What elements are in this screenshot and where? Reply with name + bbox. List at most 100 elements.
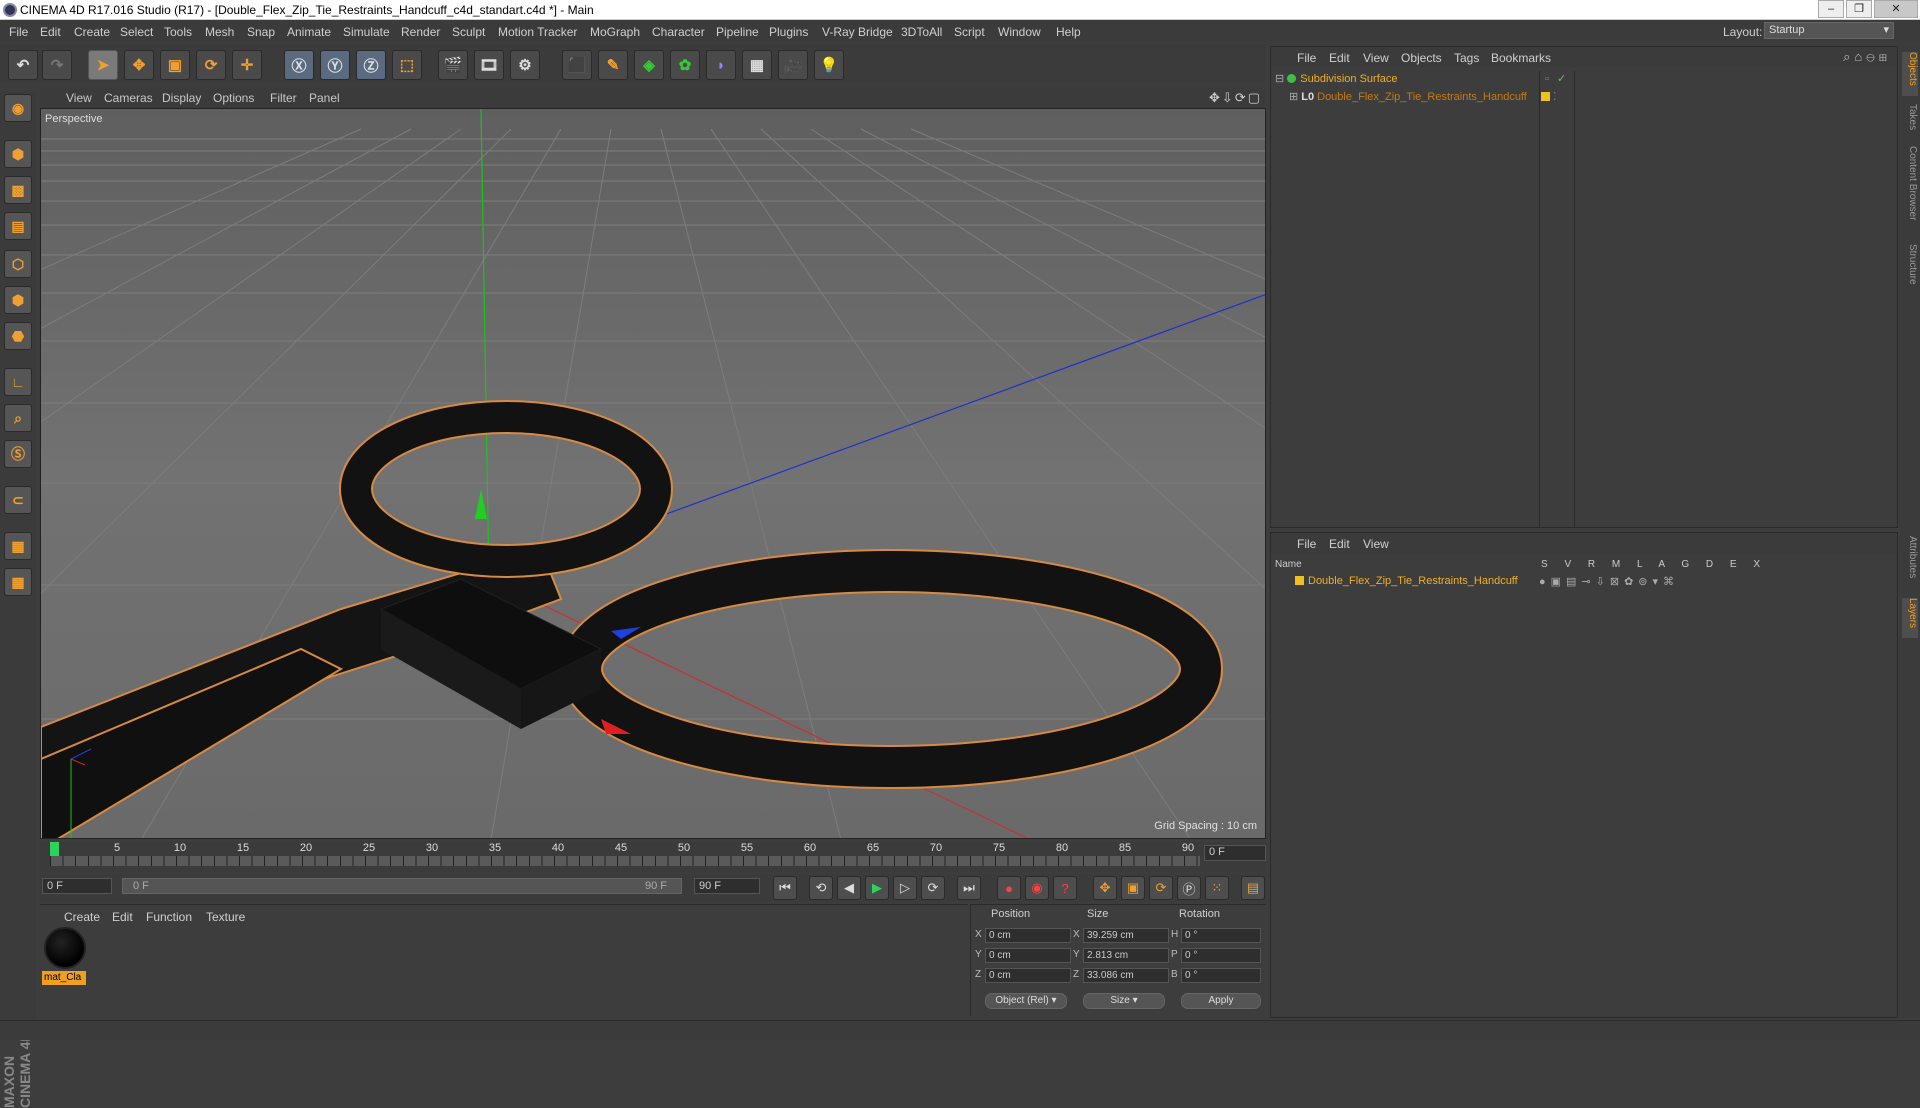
- move-icon[interactable]: ✥: [124, 50, 154, 80]
- menu-window[interactable]: Window: [998, 25, 1041, 39]
- redo-icon[interactable]: ↷: [42, 50, 72, 80]
- object-manager-search-icon[interactable]: ⌕⌂⊖⊞: [1843, 49, 1891, 65]
- record-keys-icon[interactable]: ●: [997, 876, 1021, 900]
- goto-end-icon[interactable]: ⏭: [957, 876, 981, 900]
- array-cloner-icon[interactable]: ✿: [670, 50, 700, 80]
- menu-sculpt[interactable]: Sculpt: [452, 25, 485, 39]
- subdivision-surface-icon[interactable]: ◈: [634, 50, 664, 80]
- end-frame-field[interactable]: 90 F: [694, 878, 760, 894]
- play-icon[interactable]: ▶: [865, 876, 889, 900]
- make-editable-icon[interactable]: ◉: [4, 94, 32, 122]
- tab-objects[interactable]: Objects: [1902, 52, 1918, 96]
- tab-layers[interactable]: Layers: [1902, 598, 1918, 638]
- tree-expand-icon[interactable]: ⊞: [1289, 91, 1298, 103]
- next-frame-icon[interactable]: ▷: [893, 876, 917, 900]
- minimize-button[interactable]: –: [1818, 0, 1844, 18]
- layer-menu-view[interactable]: View: [1363, 537, 1389, 551]
- close-button[interactable]: ✕: [1874, 0, 1918, 18]
- maximize-button[interactable]: ❐: [1846, 0, 1872, 18]
- autokey-icon[interactable]: ◉: [1025, 876, 1049, 900]
- preview-range-slider[interactable]: 0 F 90 F: [122, 878, 682, 894]
- next-key-icon[interactable]: ⟳: [921, 876, 945, 900]
- menu-script[interactable]: Script: [954, 25, 985, 39]
- layer-menu-edit[interactable]: Edit: [1329, 537, 1350, 551]
- menu-character[interactable]: Character: [652, 25, 705, 39]
- object-row-zip-tie[interactable]: ⊞ L0 Double_Flex_Zip_Tie_Restraints_Handc…: [1289, 89, 1557, 105]
- goto-start-icon[interactable]: ⏮: [773, 876, 797, 900]
- material-menu-create[interactable]: Create: [64, 910, 100, 924]
- timeline-window-icon[interactable]: ▤: [1241, 876, 1265, 900]
- viewport-menu-panel[interactable]: Panel: [309, 91, 340, 105]
- y-axis-lock-icon[interactable]: Ⓨ: [320, 50, 350, 80]
- visibility-dots-icon[interactable]: ⁚: [1553, 89, 1557, 105]
- model-mode-icon[interactable]: ⬢: [4, 140, 32, 168]
- cube-primitive-icon[interactable]: ⬛: [562, 50, 592, 80]
- material-preview-swatch[interactable]: [44, 927, 86, 969]
- object-row-subdivision-surface[interactable]: ⊟ Subdivision Surface ▫ ✓: [1275, 71, 1566, 87]
- layout-select[interactable]: Startup ▾: [1764, 22, 1894, 39]
- scale-icon[interactable]: ▣: [160, 50, 190, 80]
- viewport-nav-icons[interactable]: ✥⇩⟳▢: [1209, 90, 1262, 106]
- tab-takes[interactable]: Takes: [1902, 104, 1918, 140]
- render-settings-icon[interactable]: ⚙: [510, 50, 540, 80]
- coordinate-system-icon[interactable]: ⬚: [392, 50, 422, 80]
- menu-help[interactable]: Help: [1056, 25, 1081, 39]
- menu-3dtoall[interactable]: 3DToAll: [901, 25, 942, 39]
- layer-row[interactable]: Double_Flex_Zip_Tie_Restraints_Handcuff: [1295, 575, 1518, 587]
- key-scale-icon[interactable]: ▣: [1121, 876, 1145, 900]
- key-pla-icon[interactable]: ⁙: [1205, 876, 1229, 900]
- current-frame-field[interactable]: 0 F: [1204, 845, 1266, 861]
- material-menu-edit[interactable]: Edit: [112, 910, 133, 924]
- rotate-icon[interactable]: ⟳: [196, 50, 226, 80]
- floor-environment-icon[interactable]: ▦: [742, 50, 772, 80]
- previous-frame-icon[interactable]: ◀: [837, 876, 861, 900]
- 3d-viewport[interactable]: Perspective Grid Spacing : 10 cm: [40, 108, 1266, 839]
- points-mode-icon[interactable]: ⬡: [4, 250, 32, 278]
- obj-menu-edit[interactable]: Edit: [1329, 51, 1350, 65]
- select-arrow-icon[interactable]: ➤: [88, 50, 118, 80]
- magnet-icon[interactable]: ⊂: [4, 486, 32, 514]
- menu-edit[interactable]: Edit: [40, 25, 61, 39]
- key-position-icon[interactable]: ✥: [1093, 876, 1117, 900]
- coordinate-mode-dropdown[interactable]: Object (Rel) ▾: [985, 993, 1067, 1009]
- grid-snap-icon[interactable]: ▦: [4, 568, 32, 596]
- obj-menu-bookmarks[interactable]: Bookmarks: [1491, 51, 1551, 65]
- menu-file[interactable]: File: [9, 25, 28, 39]
- camera-icon[interactable]: 🎥: [778, 50, 808, 80]
- menu-plugins[interactable]: Plugins: [769, 25, 808, 39]
- menu-pipeline[interactable]: Pipeline: [716, 25, 759, 39]
- tweak-mode-icon[interactable]: ⌕: [4, 404, 32, 432]
- x-axis-lock-icon[interactable]: Ⓧ: [284, 50, 314, 80]
- size-z-field[interactable]: 33.086 cm: [1083, 968, 1169, 983]
- menu-mesh[interactable]: Mesh: [205, 25, 234, 39]
- tab-content-browser[interactable]: Content Browser: [1902, 146, 1918, 238]
- layer-color-swatch[interactable]: [1541, 92, 1550, 101]
- tree-expand-icon[interactable]: ⊟: [1275, 73, 1284, 85]
- position-z-field[interactable]: 0 cm: [985, 968, 1071, 983]
- position-y-field[interactable]: 0 cm: [985, 948, 1071, 963]
- apply-button[interactable]: Apply: [1181, 993, 1261, 1009]
- workplane-lock-icon[interactable]: ▦: [4, 532, 32, 560]
- menu-render[interactable]: Render: [401, 25, 440, 39]
- rotation-h-field[interactable]: 0 °: [1181, 928, 1261, 943]
- light-bulb-icon[interactable]: 💡: [814, 50, 844, 80]
- layer-color-swatch[interactable]: [1295, 576, 1304, 585]
- obj-menu-file[interactable]: File: [1297, 51, 1316, 65]
- previous-key-icon[interactable]: ⟲: [809, 876, 833, 900]
- material-menu-texture[interactable]: Texture: [206, 910, 245, 924]
- viewport-menu-filter[interactable]: Filter: [270, 91, 297, 105]
- snapping-icon[interactable]: Ⓢ: [4, 440, 32, 468]
- visibility-toggle-icon[interactable]: ▫: [1545, 71, 1549, 87]
- layer-flag-icons[interactable]: ●▣▤⊸⇩⊠✿⊚▾⌘: [1539, 575, 1679, 588]
- menu-animate[interactable]: Animate: [287, 25, 331, 39]
- rotation-p-field[interactable]: 0 °: [1181, 948, 1261, 963]
- start-frame-field[interactable]: 0 F: [42, 878, 112, 894]
- material-menu-function[interactable]: Function: [146, 910, 192, 924]
- axis-mode-icon[interactable]: ∟: [4, 368, 32, 396]
- menu-simulate[interactable]: Simulate: [343, 25, 390, 39]
- menu-select[interactable]: Select: [120, 25, 153, 39]
- tab-attributes[interactable]: Attributes: [1902, 536, 1918, 592]
- menu-snap[interactable]: Snap: [247, 25, 275, 39]
- key-parameter-icon[interactable]: Ⓟ: [1177, 876, 1201, 900]
- transform-icon[interactable]: ✛: [232, 50, 262, 80]
